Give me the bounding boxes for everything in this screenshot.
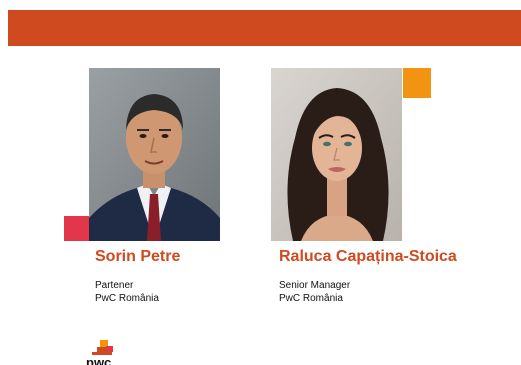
speaker-slide: Sorin Petre Raluca Capațina-Stoica Parte… bbox=[0, 0, 521, 365]
speaker-photo-raluca-capatina-stoica bbox=[271, 68, 402, 241]
speaker-company: PwC România bbox=[95, 293, 159, 304]
woman-portrait-icon bbox=[271, 68, 402, 241]
speaker-photo-sorin-petre bbox=[89, 68, 220, 241]
speaker-info: Senior Manager PwC România bbox=[279, 279, 350, 305]
pwc-logo-icon: pwc bbox=[86, 340, 113, 365]
accent-square-amber bbox=[403, 68, 431, 98]
speaker-name: Sorin Petre bbox=[95, 248, 181, 265]
accent-square-pink bbox=[64, 216, 89, 241]
svg-text:pwc: pwc bbox=[86, 355, 111, 365]
man-portrait-icon bbox=[89, 68, 220, 241]
speaker-name: Raluca Capațina-Stoica bbox=[279, 248, 457, 265]
pwc-logo: pwc bbox=[84, 334, 124, 365]
top-banner bbox=[8, 10, 521, 46]
speaker-info: Partener PwC România bbox=[95, 279, 159, 305]
speaker-role: Senior Manager bbox=[279, 280, 351, 291]
speaker-company: PwC România bbox=[279, 293, 343, 304]
speaker-role: Partener bbox=[95, 280, 134, 291]
